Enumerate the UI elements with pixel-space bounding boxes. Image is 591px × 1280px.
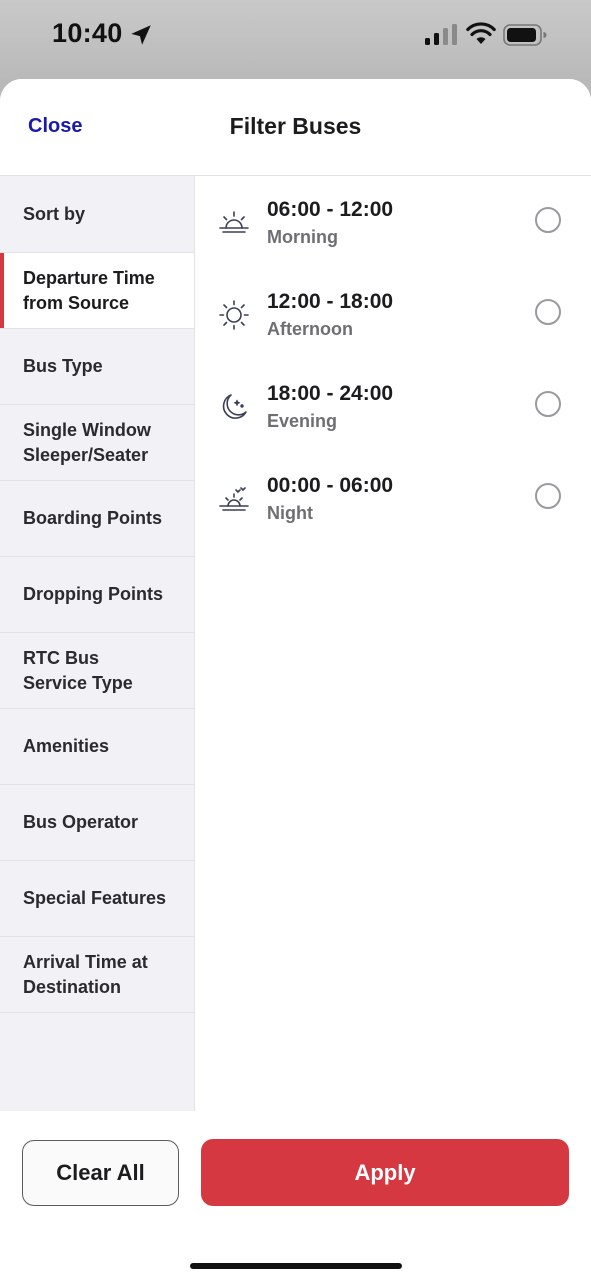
filter-category-sidebar: Sort by Departure Time from Source Bus T… [0, 176, 195, 1111]
option-time-range: 06:00 - 12:00 [267, 198, 394, 221]
sidebar-item-dropping-points[interactable]: Dropping Points [0, 557, 194, 633]
filter-sheet: Close Filter Buses Sort by Departure Tim… [0, 79, 591, 1280]
sunrise-icon [219, 211, 249, 233]
option-period-label: Morning [267, 227, 338, 247]
sidebar-item-bus-type[interactable]: Bus Type [0, 329, 194, 405]
sidebar-item-amenities[interactable]: Amenities [0, 709, 194, 785]
sidebar-item-label: Arrival Time at Destination [23, 951, 148, 997]
sidebar-item-single-window[interactable]: Single Window Sleeper/Seater [0, 405, 194, 481]
sidebar-item-sort-by[interactable]: Sort by [0, 176, 194, 253]
option-time-range: 00:00 - 06:00 [267, 474, 394, 497]
sidebar-item-label: Bus Operator [23, 812, 139, 832]
clear-all-button[interactable]: Clear All [22, 1140, 179, 1206]
moon-icon [222, 394, 247, 419]
sidebar-item-label: Boarding Points [23, 508, 162, 528]
apply-button[interactable]: Apply [201, 1139, 569, 1206]
sidebar-item-label: RTC Bus Service Type [23, 647, 133, 693]
option-time-range: 12:00 - 18:00 [267, 290, 394, 313]
status-bar: 10:40 [0, 0, 591, 72]
sidebar-item-bus-operator[interactable]: Bus Operator [0, 785, 194, 861]
home-indicator[interactable] [190, 1263, 402, 1269]
sidebar-item-boarding-points[interactable]: Boarding Points [0, 481, 194, 557]
sidebar-item-arrival-time[interactable]: Arrival Time at Destination [0, 937, 194, 1013]
option-period-label: Afternoon [267, 319, 353, 339]
sidebar-item-label: Dropping Points [23, 584, 163, 604]
sidebar-item-label: Sort by [23, 203, 86, 224]
sidebar-item-special-features[interactable]: Special Features [0, 861, 194, 937]
sheet-header: Close Filter Buses [0, 79, 591, 176]
sidebar-item-rtc-service-type[interactable]: RTC Bus Service Type [0, 633, 194, 709]
radio-button[interactable] [535, 299, 561, 325]
option-morning[interactable]: 06:00 - 12:00 Morning [195, 180, 591, 268]
radio-button[interactable] [535, 391, 561, 417]
battery-icon [503, 24, 547, 46]
sidebar-item-label: Single Window Sleeper/Seater [23, 419, 151, 465]
option-time-range: 18:00 - 24:00 [267, 382, 394, 405]
option-afternoon[interactable]: 12:00 - 18:00 Afternoon [195, 272, 591, 360]
night-sunset-icon [219, 487, 249, 511]
location-arrow-icon [131, 25, 151, 45]
radio-button[interactable] [535, 207, 561, 233]
page-title: Filter Buses [229, 113, 362, 139]
radio-button[interactable] [535, 483, 561, 509]
wifi-icon [466, 22, 496, 44]
option-evening[interactable]: 18:00 - 24:00 Evening [195, 364, 591, 452]
option-period-label: Evening [267, 411, 338, 431]
sidebar-item-label: Departure Time from Source [23, 267, 155, 313]
cellular-signal-icon [425, 24, 457, 45]
departure-time-options: 06:00 - 12:00 Morning 12:00 - 18:00 Afte… [195, 176, 591, 1111]
sidebar-item-label: Amenities [23, 736, 110, 756]
sun-icon [219, 300, 249, 330]
sidebar-item-label: Special Features [23, 888, 167, 908]
option-night[interactable]: 00:00 - 06:00 Night [195, 456, 591, 544]
sidebar-item-label: Bus Type [23, 356, 103, 376]
action-bar: Clear All Apply [0, 1111, 591, 1280]
screen: 10:40 Close Filter Buses Sort by Departu… [0, 0, 591, 1280]
sidebar-item-departure-time[interactable]: Departure Time from Source [0, 253, 194, 329]
status-time: 10:40 [52, 18, 123, 48]
option-period-label: Night [267, 503, 313, 523]
